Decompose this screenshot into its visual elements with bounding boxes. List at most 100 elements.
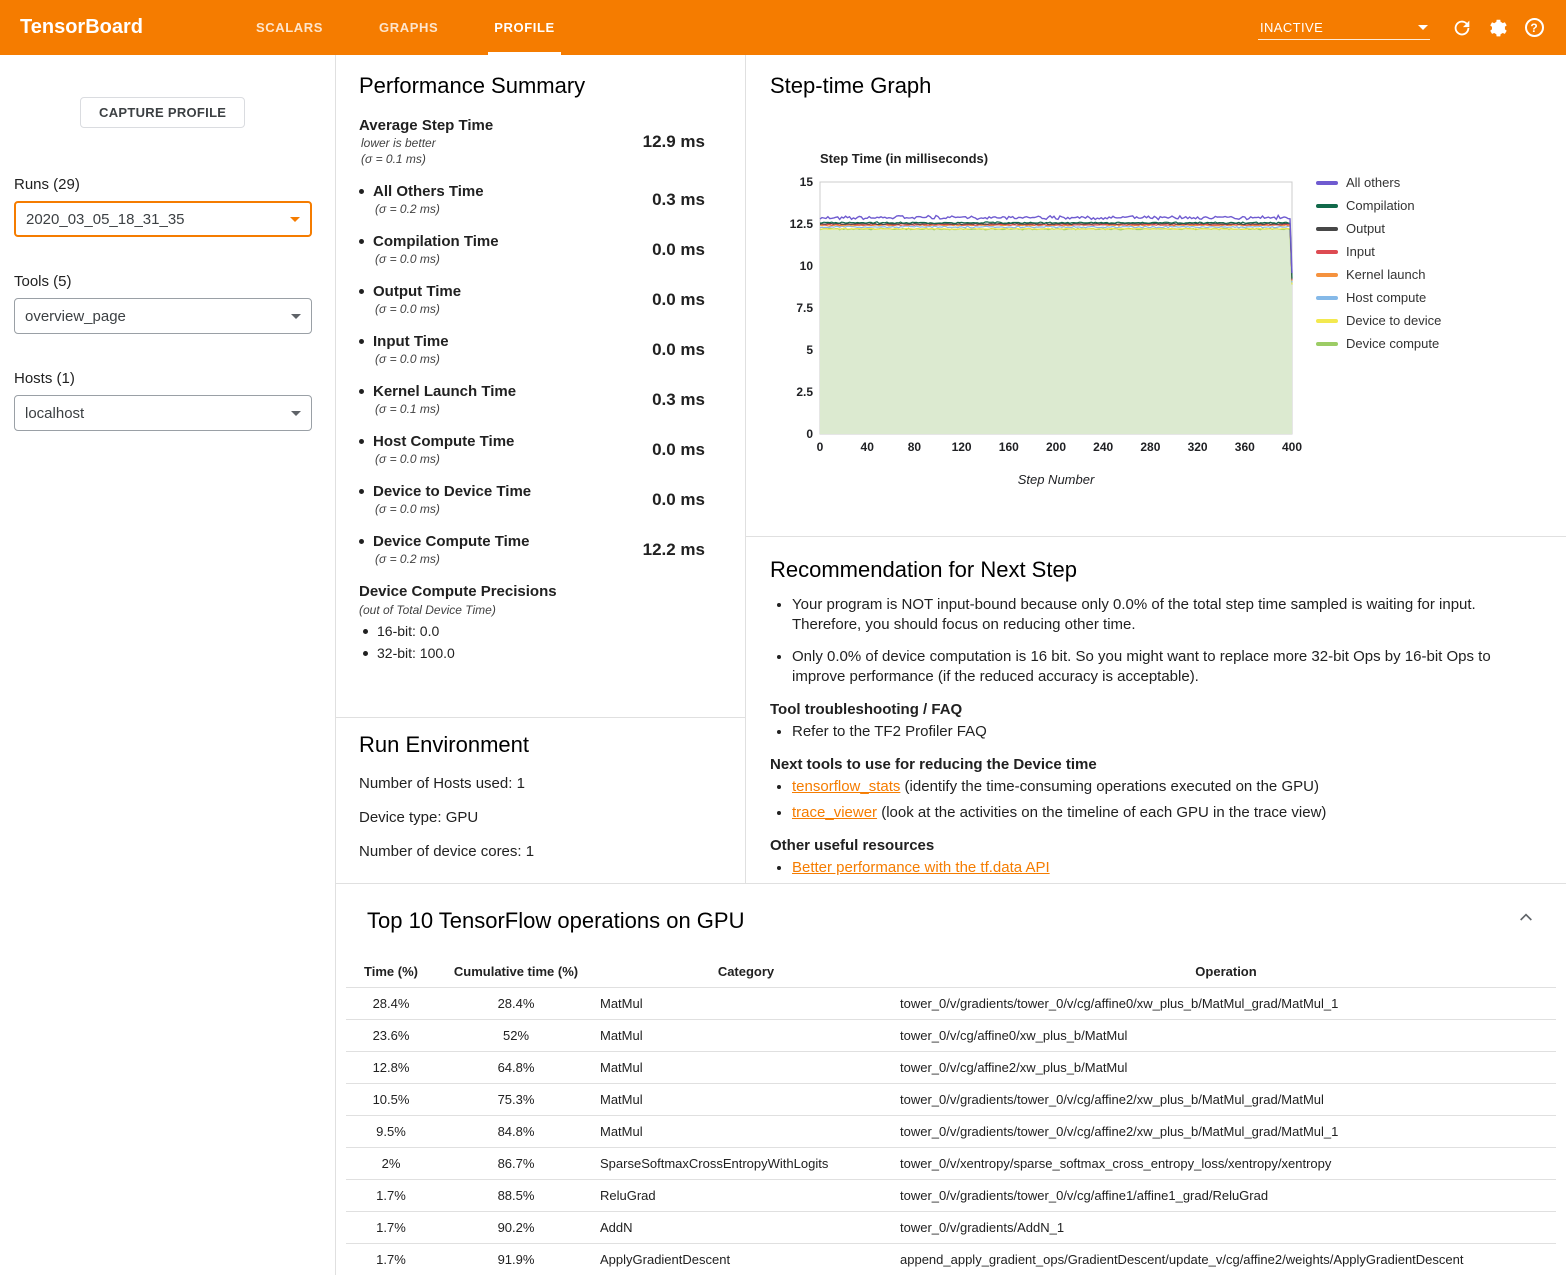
step-time-chart: Step Time (in milliseconds) 02.557.51012…	[784, 151, 1546, 497]
svg-text:15: 15	[800, 175, 814, 189]
main-content: Performance Summary Average Step Timelow…	[335, 55, 1566, 1275]
recommendation-link[interactable]: Better performance with the tf.data API	[792, 859, 1050, 876]
perf-metric-label: Device Compute Time	[359, 533, 529, 550]
runs-select[interactable]: 2020_03_05_18_31_35	[14, 201, 312, 237]
perf-metric-value: 0.0 ms	[652, 290, 705, 310]
legend-item: Compilation	[1316, 198, 1441, 213]
recommendation-link[interactable]: trace_viewer	[792, 804, 877, 821]
perf-metric-sigma: (σ = 0.0 ms)	[375, 302, 461, 316]
perf-metric-value: 0.0 ms	[652, 490, 705, 510]
legend-item: Device to device	[1316, 313, 1441, 328]
legend-label: Compilation	[1346, 198, 1415, 213]
perf-metric-row: Device to Device Time (σ = 0.0 ms) 0.0 ms	[359, 483, 705, 516]
operation-cell: tower_0/v/gradients/tower_0/v/cg/affine0…	[896, 988, 1556, 1020]
svg-text:0: 0	[817, 440, 824, 454]
recommendation-sub-item: Refer to the TF2 Profiler FAQ	[792, 722, 1526, 742]
hosts-select[interactable]: localhost	[14, 395, 312, 431]
tools-select[interactable]: overview_page	[14, 298, 312, 334]
cumulative-time-cell: 28.4%	[436, 988, 596, 1020]
legend-item: All others	[1316, 175, 1441, 190]
svg-text:120: 120	[952, 440, 972, 454]
perf-metric-row: Compilation Time(σ = 0.0 ms)0.0 ms	[359, 233, 705, 266]
refresh-icon[interactable]	[1444, 10, 1480, 46]
perf-metric-row: Input Time(σ = 0.0 ms)0.0 ms	[359, 333, 705, 366]
bullet-dot	[363, 651, 368, 656]
table-row: 10.5%75.3%MatMultower_0/v/gradients/towe…	[346, 1084, 1556, 1116]
precisions-list: 16-bit: 0.032-bit: 100.0	[359, 623, 705, 661]
runs-select-value: 2020_03_05_18_31_35	[26, 211, 185, 228]
perf-metric-sigma: (σ = 0.0 ms)	[375, 452, 514, 466]
perf-metric-sigma: (σ = 0.2 ms)	[375, 552, 529, 566]
recommendation-subheading: Tool troubleshooting / FAQ	[770, 701, 1526, 718]
bullet-dot	[359, 389, 364, 394]
legend-swatch	[1316, 181, 1338, 185]
operation-cell: tower_0/v/cg/affine2/xw_plus_b/MatMul	[896, 1052, 1556, 1084]
help-icon[interactable]: ?	[1516, 10, 1552, 46]
category-cell: MatMul	[596, 1084, 896, 1116]
svg-text:2.5: 2.5	[796, 385, 813, 399]
tab-graphs[interactable]: GRAPHS	[351, 0, 466, 55]
perf-metric-row: Average Step Timelower is better(σ = 0.1…	[359, 117, 705, 166]
bullet-dot	[363, 629, 368, 634]
perf-metric-text: All Others Time(σ = 0.2 ms)	[359, 183, 484, 216]
perf-metric-row: All Others Time(σ = 0.2 ms)0.3 ms	[359, 183, 705, 216]
tools-select-value: overview_page	[25, 308, 126, 325]
legend-swatch	[1316, 296, 1338, 300]
help-question-glyph: ?	[1525, 18, 1544, 37]
recommendation-link[interactable]: tensorflow_stats	[792, 778, 900, 795]
capture-profile-button[interactable]: CAPTURE PROFILE	[80, 97, 245, 128]
operation-cell: tower_0/v/xentropy/sparse_softmax_cross_…	[896, 1148, 1556, 1180]
top-ops-table: Time (%)Cumulative time (%)CategoryOpera…	[346, 958, 1556, 1275]
perf-metric-sigma: (σ = 0.1 ms)	[375, 402, 516, 416]
bullet-dot	[359, 439, 364, 444]
chevron-down-icon	[291, 411, 301, 416]
perf-metric-value: 0.0 ms	[652, 440, 705, 460]
legend-item: Device compute	[1316, 336, 1441, 351]
performance-summary-column: Performance Summary Average Step Timelow…	[336, 55, 746, 883]
perf-metric-label: Device to Device Time	[359, 483, 531, 500]
legend-swatch	[1316, 250, 1338, 254]
tab-profile[interactable]: PROFILE	[466, 0, 583, 55]
legend-label: Device to device	[1346, 313, 1441, 328]
hosts-select-value: localhost	[25, 405, 84, 422]
header-actions: INACTIVE ?	[1258, 0, 1566, 55]
hosts-label: Hosts (1)	[14, 370, 335, 387]
perf-metric-sigma: (σ = 0.2 ms)	[375, 202, 484, 216]
svg-text:7.5: 7.5	[796, 301, 813, 315]
svg-text:200: 200	[1046, 440, 1066, 454]
tab-scalars[interactable]: SCALARS	[228, 0, 351, 55]
gear-icon[interactable]	[1480, 10, 1516, 46]
bullet-dot	[359, 189, 364, 194]
perf-metric-sigma: (σ = 0.0 ms)	[375, 502, 531, 516]
table-row: 12.8%64.8%MatMultower_0/v/cg/affine2/xw_…	[346, 1052, 1556, 1084]
cumulative-time-cell: 84.8%	[436, 1116, 596, 1148]
collapse-chevron-up-icon[interactable]	[1510, 902, 1542, 934]
svg-text:5: 5	[806, 343, 813, 357]
step-time-chart-svg: 02.557.51012.515040801201602002402803203…	[784, 172, 1304, 492]
category-cell: ApplyGradientDescent	[596, 1244, 896, 1275]
top-ops-column-header: Category	[596, 958, 896, 988]
svg-text:0: 0	[806, 427, 813, 441]
status-select[interactable]: INACTIVE	[1258, 16, 1430, 40]
recommendation-bullet: Only 0.0% of device computation is 16 bi…	[792, 647, 1526, 688]
svg-text:Step Number: Step Number	[1018, 472, 1095, 487]
tools-label: Tools (5)	[14, 273, 335, 290]
perf-metric-value: 0.0 ms	[652, 240, 705, 260]
legend-label: Device compute	[1346, 336, 1439, 351]
recommendation-subheading: Next tools to use for reducing the Devic…	[770, 756, 1526, 773]
perf-metric-sigma: (σ = 0.1 ms)	[361, 152, 493, 166]
perf-metric-sigma: (σ = 0.0 ms)	[375, 352, 449, 366]
bullet-dot	[359, 489, 364, 494]
legend-label: Output	[1346, 221, 1385, 236]
operation-cell: append_apply_gradient_ops/GradientDescen…	[896, 1244, 1556, 1275]
perf-metric-label: Kernel Launch Time	[359, 383, 516, 400]
category-cell: SparseSoftmaxCrossEntropyWithLogits	[596, 1148, 896, 1180]
recommendation-sub-list: Better performance with the tf.data API	[770, 858, 1526, 878]
perf-metric-value: 12.9 ms	[643, 132, 705, 152]
operation-cell: tower_0/v/gradients/tower_0/v/cg/affine2…	[896, 1084, 1556, 1116]
main-nav-tabs: SCALARSGRAPHSPROFILE	[228, 0, 583, 55]
run-environment-line: Number of Hosts used: 1	[359, 775, 715, 792]
category-cell: MatMul	[596, 1052, 896, 1084]
operation-cell: tower_0/v/gradients/tower_0/v/cg/affine1…	[896, 1180, 1556, 1212]
table-row: 28.4%28.4%MatMultower_0/v/gradients/towe…	[346, 988, 1556, 1020]
